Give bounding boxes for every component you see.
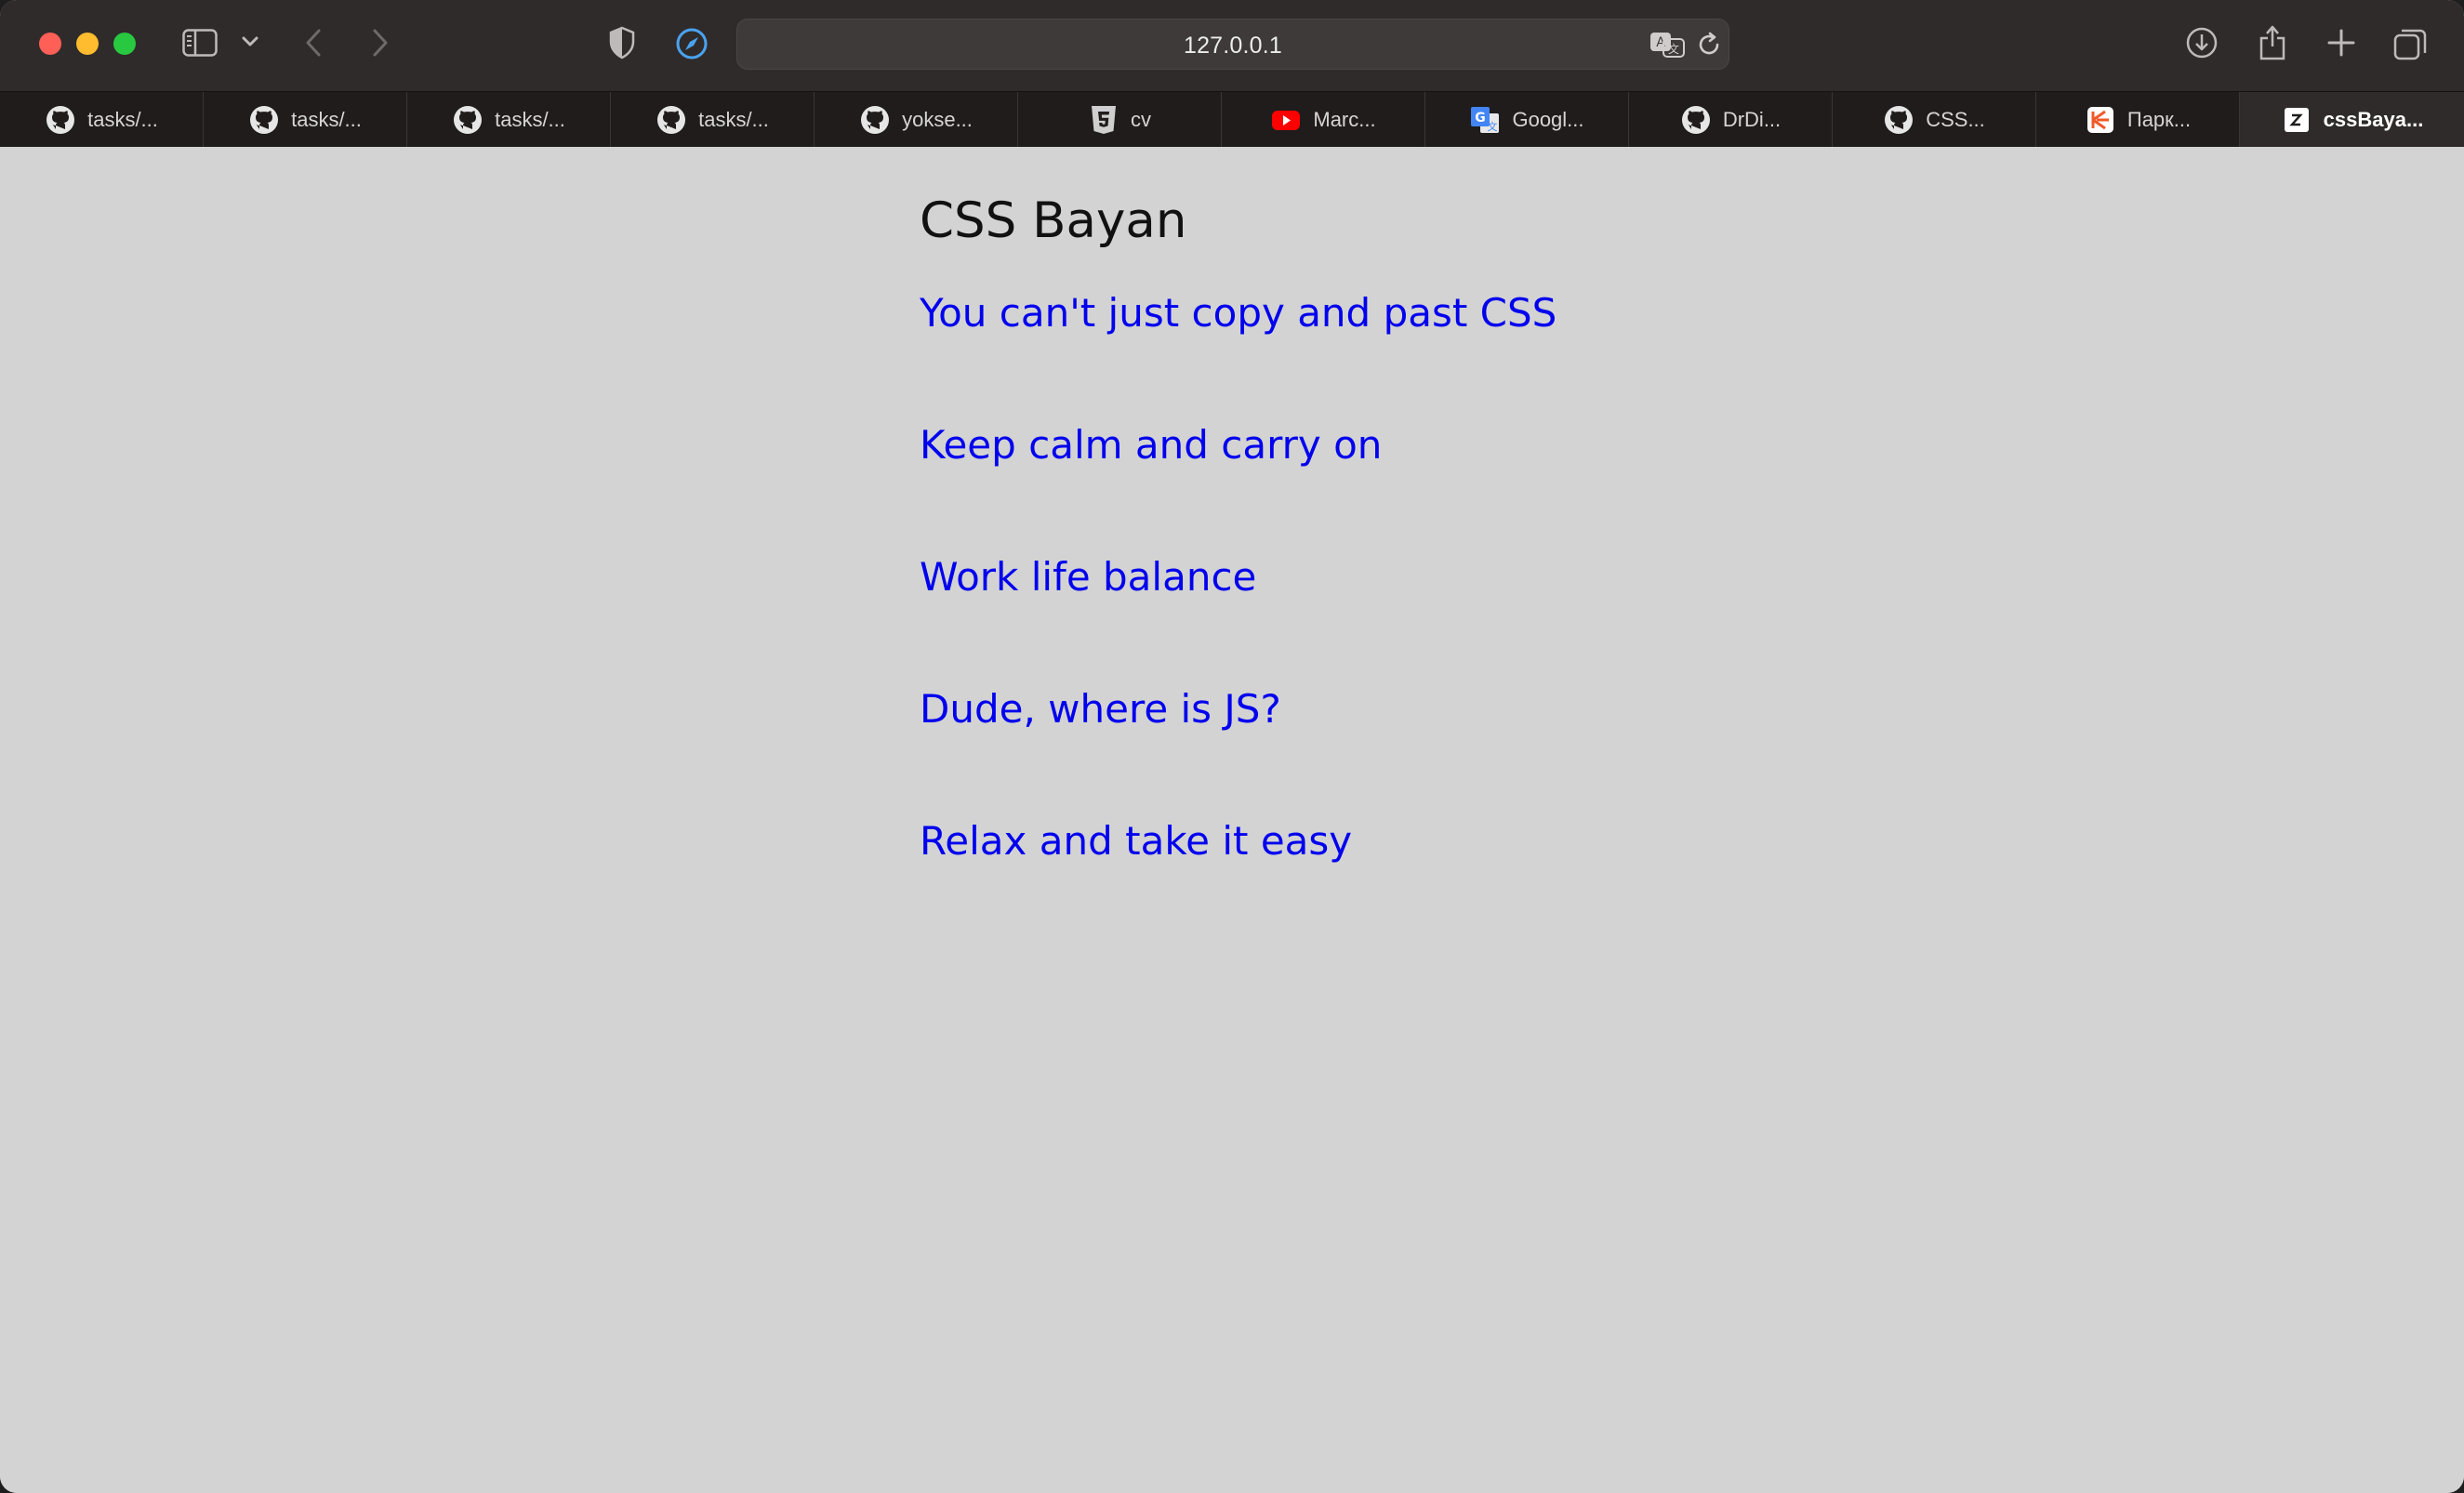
download-icon[interactable]: [2185, 26, 2219, 59]
tab-drdi[interactable]: DrDi...: [1629, 92, 1833, 148]
tab-bar: tasks/... tasks/... tasks/... tasks/...: [0, 91, 2464, 148]
back-arrow-icon[interactable]: [303, 28, 324, 58]
list-item: You can't just copy and past CSS: [920, 290, 1557, 422]
tab-label: DrDi...: [1722, 108, 1782, 131]
share-icon[interactable]: [2258, 22, 2287, 61]
list-item: Keep calm and carry on: [920, 422, 1557, 554]
privacy-shield-icon[interactable]: [608, 26, 636, 59]
tab-label: tasks/...: [291, 108, 362, 131]
translate-icon[interactable]: A 文: [1649, 31, 1686, 59]
tab-cssbayan-active[interactable]: cssBaya...: [2240, 92, 2464, 148]
link-relax[interactable]: Relax and take it easy: [920, 818, 1352, 864]
link-list: You can't just copy and past CSS Keep ca…: [920, 290, 1557, 950]
list-item: Work life balance: [920, 554, 1557, 686]
html5-icon: [1092, 106, 1116, 134]
new-tab-plus-icon[interactable]: [2326, 28, 2356, 58]
tab-park[interactable]: Парк...: [2036, 92, 2240, 148]
github-icon: [454, 106, 483, 134]
address-url: 127.0.0.1: [1183, 33, 1283, 59]
browser-toolbar: 127.0.0.1 A 文: [0, 0, 2464, 91]
link-where-is-js[interactable]: Dude, where is JS?: [920, 686, 1281, 732]
close-window-button[interactable]: [39, 33, 61, 55]
page-content: CSS Bayan You can't just copy and past C…: [920, 192, 1557, 950]
link-work-life-balance[interactable]: Work life balance: [920, 554, 1256, 600]
zoom-window-button[interactable]: [113, 33, 136, 55]
forward-arrow-icon[interactable]: [370, 28, 391, 58]
tab-label: Googl...: [1512, 108, 1584, 131]
link-keep-calm[interactable]: Keep calm and carry on: [920, 422, 1382, 468]
tab-tasks-3[interactable]: tasks/...: [407, 92, 611, 148]
kite-icon: [2086, 107, 2113, 133]
tab-tasks-2[interactable]: tasks/...: [204, 92, 407, 148]
address-bar[interactable]: 127.0.0.1 A 文: [736, 19, 1729, 70]
github-icon: [1681, 106, 1710, 134]
site-icon: [2284, 108, 2309, 132]
youtube-icon: [1272, 111, 1301, 130]
compass-extension-icon[interactable]: [675, 27, 709, 60]
tab-label: CSS...: [1926, 108, 1985, 131]
tab-cv[interactable]: cv: [1018, 92, 1222, 148]
svg-text:文: 文: [1668, 42, 1679, 56]
tab-label: Marc...: [1313, 108, 1376, 131]
google-translate-icon: G 文: [1471, 107, 1500, 133]
link-copy-paste-css[interactable]: You can't just copy and past CSS: [920, 290, 1557, 336]
tab-label: Парк...: [2126, 108, 2192, 131]
github-icon: [861, 106, 890, 134]
tab-label: tasks/...: [495, 108, 565, 131]
browser-window: 127.0.0.1 A 文 tasks/... tasks/... tasks/…: [0, 0, 2464, 1493]
svg-text:文: 文: [1488, 120, 1498, 133]
tab-yokse[interactable]: yokse...: [815, 92, 1018, 148]
tab-label: tasks/...: [698, 108, 769, 131]
reload-icon[interactable]: [1695, 31, 1723, 59]
tab-label: yokse...: [902, 108, 973, 131]
github-icon: [1885, 106, 1914, 134]
github-icon: [250, 106, 279, 134]
github-icon: [657, 106, 686, 134]
page-title: CSS Bayan: [920, 192, 1187, 249]
tab-youtube[interactable]: Marc...: [1222, 92, 1425, 148]
github-icon: [46, 106, 75, 134]
tab-label: tasks/...: [87, 108, 158, 131]
tab-overview-icon[interactable]: [2393, 27, 2427, 60]
chevron-down-icon[interactable]: [242, 35, 258, 48]
svg-text:G: G: [1476, 111, 1487, 126]
tab-google-translate[interactable]: G 文 Googl...: [1425, 92, 1629, 148]
minimize-window-button[interactable]: [76, 33, 99, 55]
tab-tasks-1[interactable]: tasks/...: [0, 92, 204, 148]
tab-label: cv: [1131, 108, 1151, 131]
list-item: Dude, where is JS?: [920, 686, 1557, 818]
tab-css[interactable]: CSS...: [1833, 92, 2036, 148]
tab-label: cssBaya...: [2323, 108, 2424, 131]
sidebar-toggle-icon[interactable]: [182, 29, 218, 57]
tab-tasks-4[interactable]: tasks/...: [611, 92, 815, 148]
page-viewport: CSS Bayan You can't just copy and past C…: [0, 147, 2464, 1493]
list-item: Relax and take it easy: [920, 818, 1557, 950]
